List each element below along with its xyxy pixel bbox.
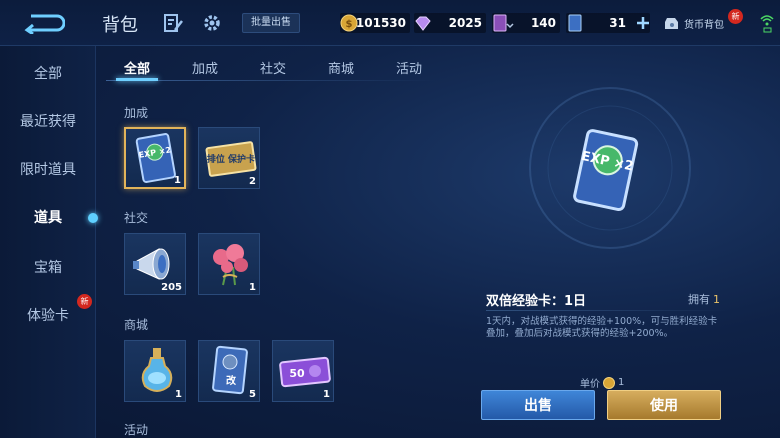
page-title: 背包	[102, 15, 138, 36]
sell-button[interactable]: 出售	[481, 390, 595, 420]
back-button[interactable]	[20, 10, 68, 36]
back-arrow-icon	[24, 14, 65, 34]
item-count: 5	[249, 389, 256, 400]
item-count: 205	[161, 282, 182, 293]
unit-price: 单价 1	[580, 375, 624, 390]
plus-icon[interactable]	[635, 15, 651, 31]
owned-count: 拥有 1	[688, 291, 720, 307]
tab-social[interactable]: 社交	[260, 58, 286, 77]
item-count: 1	[174, 175, 181, 186]
wifi-icon	[760, 15, 774, 33]
coupon-text: 50	[289, 367, 305, 380]
sidebar-item-limited[interactable]: 限时道具	[0, 152, 96, 188]
wallet-new-badge: 新	[728, 9, 743, 24]
item-slot-rank-protect-card[interactable]: 排位 保护卡 2	[198, 127, 260, 189]
item-count: 1	[323, 389, 330, 400]
gold-coin-icon: $	[340, 14, 358, 32]
gold-currency: $ 101530	[340, 13, 410, 33]
item-detail-description: 1天内，对战模式获得的经验+100%，可与胜利经验卡叠加，叠加后对战模式获得的经…	[486, 316, 718, 339]
unit-price-value: 1	[618, 377, 625, 388]
trial-cards-new-badge: 新	[77, 294, 92, 309]
gear-icon	[204, 15, 220, 31]
purple-card-icon	[493, 14, 514, 32]
tab-boost[interactable]: 加成	[192, 58, 218, 77]
section-label-mall: 商城	[124, 318, 149, 332]
diamond-amount: 2025	[448, 16, 482, 30]
use-button[interactable]: 使用	[607, 390, 721, 420]
sidebar-item-chests[interactable]: 宝箱	[0, 250, 96, 286]
card-currency: 140	[492, 13, 560, 33]
tab-events[interactable]: 活动	[396, 58, 422, 77]
item-slot-roses[interactable]: 1	[198, 233, 260, 295]
sidebar-item-props[interactable]: 道具	[0, 200, 96, 236]
section-label-boost: 加成	[124, 106, 149, 120]
settings-button[interactable]	[201, 12, 223, 34]
diamond-icon	[415, 16, 431, 31]
tab-mall[interactable]: 商城	[328, 58, 354, 77]
sidebar-active-indicator	[88, 213, 98, 223]
batch-sell-button[interactable]: 批量出售	[242, 13, 300, 33]
tab-active-underline	[116, 78, 158, 81]
item-count: 2	[249, 176, 256, 187]
card-amount: 140	[530, 16, 556, 30]
tab-all[interactable]: 全部	[124, 58, 150, 77]
item-slot-coupon[interactable]: 50 1	[272, 340, 334, 402]
item-slot-rename-card[interactable]: 改 5	[198, 340, 260, 402]
owned-value: 1	[713, 293, 720, 306]
blue-ticket-icon	[568, 14, 582, 32]
sidebar-item-all[interactable]: 全部	[0, 56, 96, 92]
item-slot-exp-card[interactable]: EXP ×2 1	[124, 127, 186, 189]
unit-price-label: 单价	[580, 379, 600, 390]
category-sidebar: 全部 最近获得 限时道具 道具 宝箱 体验卡 新	[0, 46, 98, 438]
detail-exp-card-icon: EXP ×2	[573, 129, 639, 212]
item-detail-name: 双倍经验卡：1日	[486, 294, 587, 309]
ticket-amount: 31	[609, 16, 626, 30]
wallet-label: 货币背包	[684, 19, 724, 31]
sidebar-item-recent[interactable]: 最近获得	[0, 104, 96, 140]
filter-tabs: 全部 加成 社交 商城 活动	[106, 52, 436, 84]
item-count: 1	[175, 389, 182, 400]
section-label-events: 活动	[124, 423, 149, 437]
owned-label-text: 拥有	[688, 293, 710, 306]
detail-divider	[486, 310, 726, 311]
gold-coin-icon	[603, 376, 615, 389]
item-count: 1	[249, 282, 256, 293]
currency-wallet-button[interactable]: 货币背包	[663, 15, 724, 31]
wallet-icon	[665, 18, 678, 29]
rename-card-text: 改	[226, 374, 237, 387]
section-label-social: 社交	[124, 211, 149, 225]
gold-amount: 101530	[355, 16, 406, 30]
ticket-currency: 31	[566, 13, 650, 33]
diamond-currency: 2025	[414, 13, 486, 33]
item-slot-megaphone[interactable]: 205	[124, 233, 186, 295]
edit-list-icon	[164, 14, 183, 32]
edit-button[interactable]	[162, 12, 184, 34]
top-bar: 背包 批量出售 $ 101530 2025 140 31 货币背包 新	[0, 0, 780, 46]
svg-text:$: $	[346, 19, 353, 30]
rank-protect-card-text: 排位 保护卡	[207, 153, 255, 165]
item-slot-magic-bottle[interactable]: 1	[124, 340, 186, 402]
